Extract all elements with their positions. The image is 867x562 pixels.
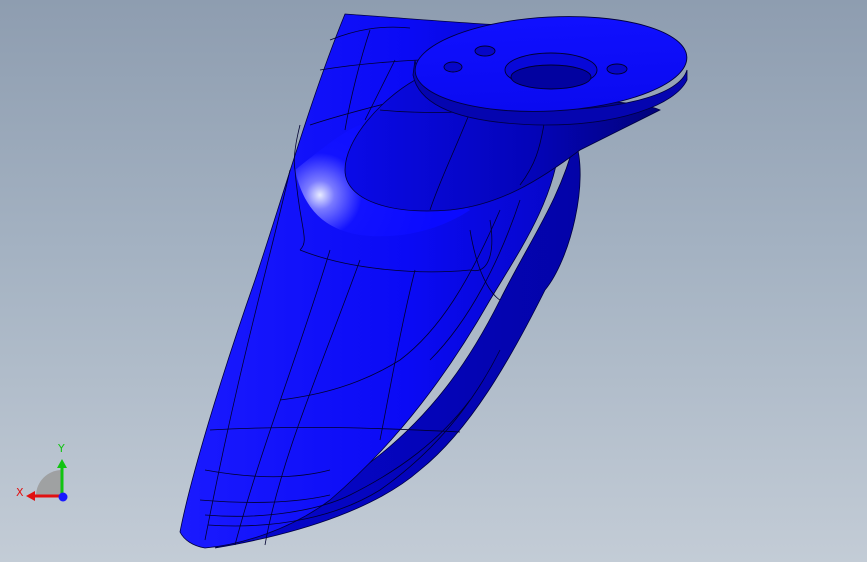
y-axis-arrow-icon <box>57 459 67 468</box>
cad-viewport[interactable]: Y X <box>0 0 867 562</box>
orientation-triad <box>26 459 68 502</box>
x-axis-label: X <box>16 486 24 499</box>
bolt-hole-1 <box>474 45 496 57</box>
x-axis-arrow-icon <box>26 491 35 501</box>
bolt-hole-3 <box>606 63 628 75</box>
triad-xy-plane-icon <box>36 470 62 496</box>
z-axis-icon <box>58 492 68 502</box>
y-axis-label: Y <box>58 442 65 455</box>
bolt-hole-2 <box>443 61 463 73</box>
3d-model-rudder[interactable] <box>0 0 867 562</box>
center-bore-inner <box>510 64 592 90</box>
